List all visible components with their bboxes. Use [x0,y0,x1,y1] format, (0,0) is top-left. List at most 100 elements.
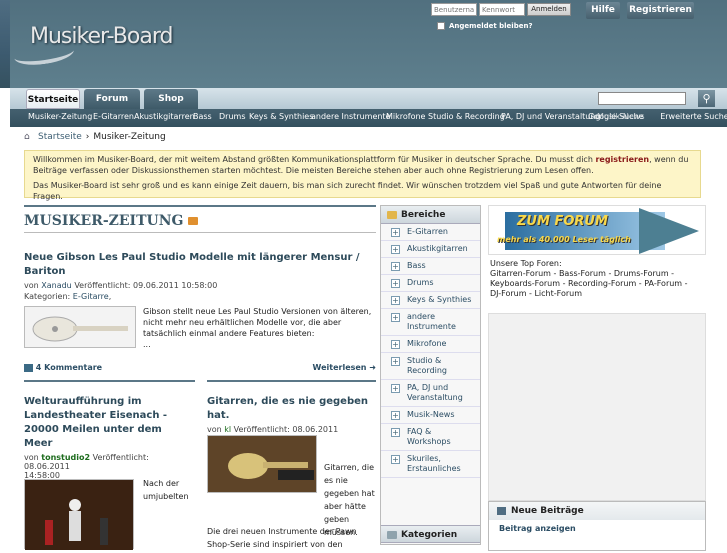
top-forums-links[interactable]: Gitarren-Forum - Bass-Forum - Drums-Foru… [490,269,700,299]
article-1-date: Veröffentlicht: 09.06.2011 10:58:00 [74,281,218,290]
logo-text: Musiker-Board [30,24,173,49]
bereich-label: Bass [407,261,426,270]
password-field[interactable] [479,3,525,16]
expand-icon[interactable]: + [391,340,400,349]
bereiche-box: Bereiche + E-Gitarren + Akustikgitarren + Bas… [380,205,481,545]
expand-icon[interactable]: + [391,262,400,271]
main-column: MUSIKER-ZEITUNG Neue Gibson Les Paul Stu… [24,205,376,550]
cat-comma: , [108,292,112,301]
register-button[interactable]: Registrieren [627,2,694,19]
divider [24,380,195,382]
google-search-link[interactable]: Google-Suche [588,112,644,121]
bereich-item[interactable]: + Keys & Synthies [381,292,480,309]
breadcrumb-home[interactable]: Startseite [38,132,82,142]
rss-icon[interactable] [188,217,199,225]
bereich-item[interactable]: + E-Gitarren [381,224,480,241]
article-2-teaser: Nach der umjubelten [143,479,189,501]
post-icon [497,507,506,515]
divider [207,380,376,382]
expand-icon[interactable]: + [391,357,400,366]
bereich-item[interactable]: + Skuriles, Erstaunliches [381,451,480,478]
help-button[interactable]: Hilfe [586,2,620,19]
stage-image [25,480,133,550]
page-title-text: MUSIKER-ZEITUNG [24,213,184,229]
article-1-category[interactable]: E-Gitarre [73,292,109,301]
article-2-image[interactable] [24,479,134,550]
register-link[interactable]: registrieren [595,155,649,164]
article-1-image[interactable] [24,306,136,348]
subnav-keys[interactable]: Keys & Synthies [249,112,313,121]
bereiche-title: Bereiche [401,210,446,220]
arrow-icon [639,208,699,254]
bereich-item[interactable]: + andere Instrumente [381,309,480,336]
guitar-image [32,316,128,342]
bereich-item[interactable]: + Studio & Recording [381,353,480,380]
page-title: MUSIKER-ZEITUNG [24,213,199,229]
article-3-image[interactable] [207,435,317,493]
folder-icon [387,211,397,219]
expand-icon[interactable]: + [391,411,400,420]
bereich-label: Musik-News [407,410,455,419]
kategorien-header: Kategorien [381,525,480,543]
bereich-item[interactable]: + Drums [381,275,480,292]
search-input[interactable] [598,92,686,105]
username-field[interactable] [431,3,477,16]
site-logo[interactable]: Musiker-Board [12,14,184,69]
advanced-search-link[interactable]: Erweiterte Suche [660,112,727,121]
comments-link[interactable]: 4 Kommentare [36,363,102,372]
home-icon[interactable]: ⌂ [24,132,34,142]
bereich-label: andere Instrumente [407,312,456,331]
bereich-item[interactable]: + Akustikgitarren [381,241,480,258]
bereich-item[interactable]: + PA, DJ und Veranstaltung [381,380,480,407]
expand-icon[interactable]: + [391,228,400,237]
article-2-title[interactable]: Welturaufführung im Landestheater Eisena… [24,395,192,451]
remember-me[interactable]: Angemeldet bleiben? [437,22,533,30]
subnav-musiker-zeitung[interactable]: Musiker-Zeitung [28,112,92,121]
subnav-bass[interactable]: Bass [193,112,212,121]
folder-icon [387,531,397,539]
subnav-studio[interactable]: Studio & Recording [428,112,505,121]
expand-icon[interactable]: + [391,296,400,305]
article-1-author[interactable]: Xanadu [41,281,72,290]
expand-icon[interactable]: + [391,245,400,254]
article-3-author[interactable]: kl [224,425,231,434]
expand-icon[interactable]: + [391,384,400,393]
new-posts-link[interactable]: Beitrag anzeigen [489,520,705,537]
bereiche-header: Bereiche [381,206,480,224]
ad-box [488,313,706,501]
expand-icon[interactable]: + [391,279,400,288]
tab-shop[interactable]: Shop [144,89,198,109]
forum-banner[interactable]: ZUM FORUM mehr als 40.000 Leser täglich [488,205,706,255]
subnav-drums[interactable]: Drums [219,112,245,121]
bereich-label: Skuriles, Erstaunliches [407,454,461,473]
subnav-pa-dj[interactable]: PA, DJ und Veranstaltung [501,112,601,121]
bereich-item[interactable]: + FAQ & Workshops [381,424,480,451]
subnav-mikrofone[interactable]: Mikrofone [386,112,425,121]
login-button[interactable]: Anmelden [527,3,571,16]
remember-checkbox[interactable] [437,22,445,30]
bereich-item[interactable]: + Bass [381,258,480,275]
expand-icon[interactable]: + [391,313,400,322]
tab-forum[interactable]: Forum [84,89,140,109]
banner-headline: ZUM FORUM [517,214,608,229]
article-2-meta: von tonstudio2 Veröffentlicht: 08.06.201… [24,453,192,480]
top-forums-label: Unsere Top Foren: [490,259,562,268]
bereich-item[interactable]: + Mikrofone [381,336,480,353]
subnav-e-gitarren[interactable]: E-Gitarren [93,112,134,121]
read-more-link[interactable]: Weiterlesen ➜ [313,363,376,372]
bereich-label: FAQ & Workshops [407,427,451,446]
article-2-author[interactable]: tonstudio2 [41,453,90,462]
subnav-andere[interactable]: andere Instrumente [311,112,391,121]
categories-label: Kategorien: [24,292,71,301]
expand-icon[interactable]: + [391,455,400,464]
bereich-label: Mikrofone [407,339,447,348]
bereich-item[interactable]: + Musik-News [381,407,480,424]
meta-by: von [24,281,39,290]
expand-icon[interactable]: + [391,428,400,437]
article-1-title[interactable]: Neue Gibson Les Paul Studio Modelle mit … [24,251,376,279]
subnav-akustikgitarren[interactable]: Akustikgitarren [134,112,195,121]
bereich-label: Keys & Synthies [407,295,472,304]
tab-startseite[interactable]: Startseite [26,89,80,109]
article-3-title[interactable]: Gitarren, die es nie gegeben hat. [207,395,376,423]
search-icon[interactable]: ⚲ [698,90,715,107]
